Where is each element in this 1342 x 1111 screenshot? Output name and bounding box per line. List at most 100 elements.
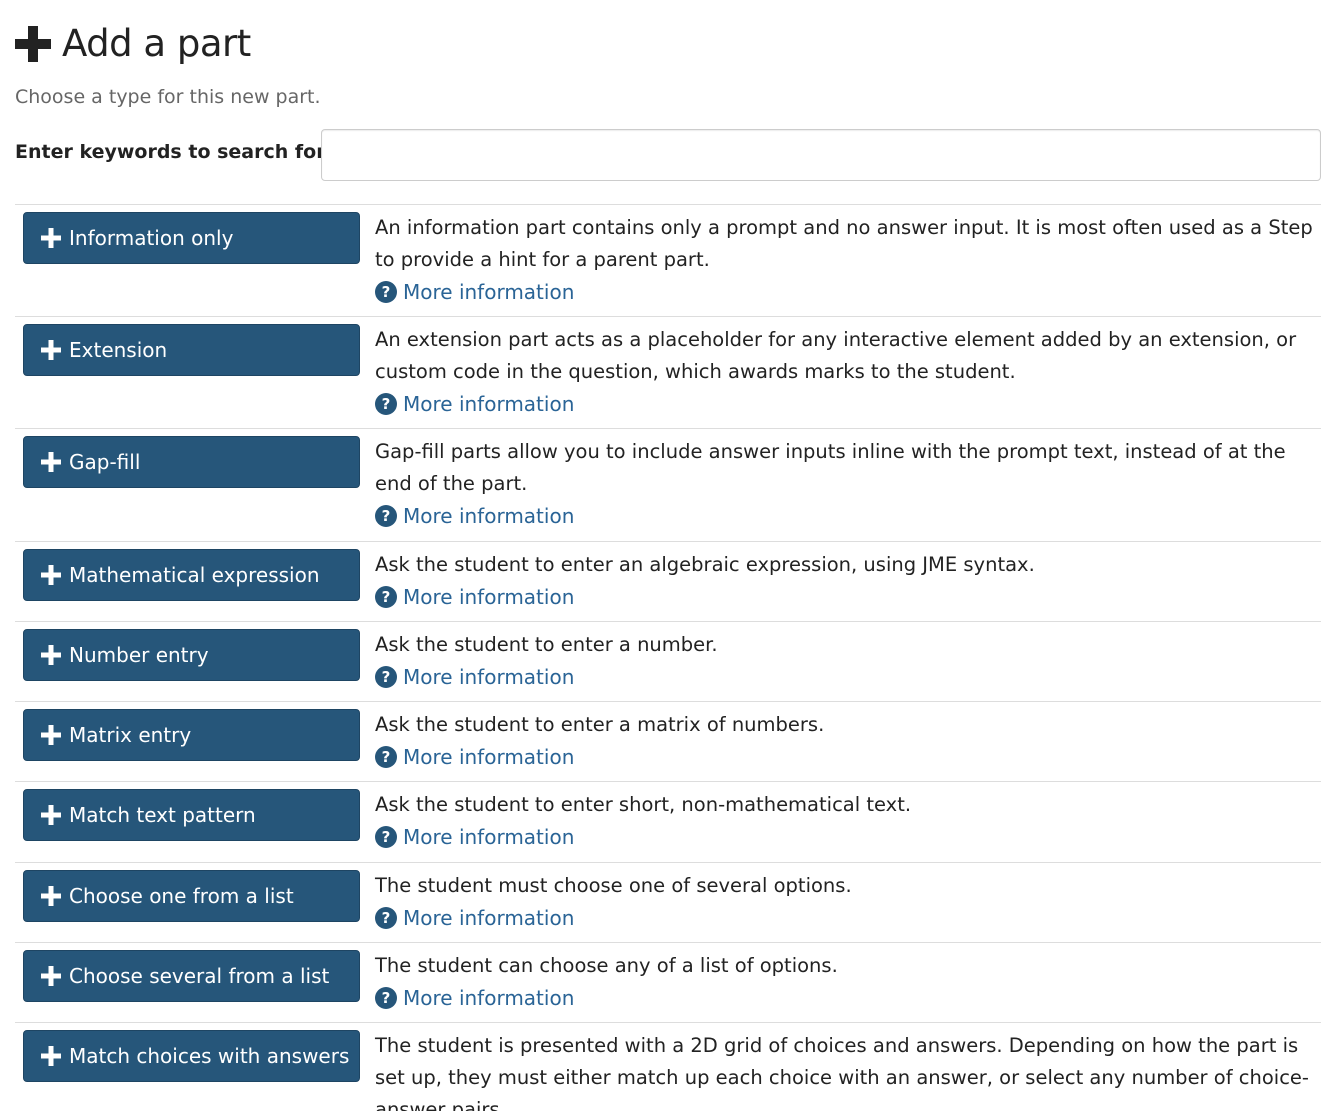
question-circle-icon: ? (375, 666, 397, 688)
more-information-label: More information (403, 392, 575, 416)
part-type-row: Matrix entry Ask the student to enter a m… (15, 701, 1321, 781)
more-information-label: More information (403, 906, 575, 930)
part-description-text: Ask the student to enter an algebraic ex… (375, 553, 1035, 576)
part-type-row: Number entry Ask the student to enter a n… (15, 621, 1321, 701)
svg-text:?: ? (382, 588, 391, 606)
search-label: Enter keywords to search for (15, 141, 326, 163)
add-part-button-label: Choose several from a list (69, 964, 330, 988)
add-part-button[interactable]: Choose several from a list (23, 950, 360, 1002)
add-part-button[interactable]: Matrix entry (23, 709, 360, 761)
plus-icon (41, 886, 61, 906)
plus-icon (41, 565, 61, 585)
plus-icon (41, 340, 61, 360)
add-part-button[interactable]: Match choices with answers (23, 1030, 360, 1082)
part-description-text: The student must choose one of several o… (375, 874, 852, 897)
more-information-label: More information (403, 745, 575, 769)
part-description: An extension part acts as a placeholder … (375, 324, 1315, 420)
question-circle-icon: ? (375, 281, 397, 303)
more-information-label: More information (403, 665, 575, 689)
part-description: The student is presented with a 2D grid … (375, 1030, 1315, 1111)
page-header: Add a part (15, 20, 251, 68)
part-type-row: Choose several from a list The student ca… (15, 942, 1321, 1022)
part-description: Ask the student to enter short, non-math… (375, 789, 1315, 853)
add-part-button-label: Information only (69, 226, 234, 250)
part-description-text: Ask the student to enter a number. (375, 633, 718, 656)
svg-text:?: ? (382, 989, 391, 1007)
question-circle-icon: ? (375, 586, 397, 608)
part-type-list: Information only An information part cont… (15, 204, 1321, 1111)
more-information-link[interactable]: ? More information (375, 902, 1315, 934)
part-description-text: The student can choose any of a list of … (375, 954, 838, 977)
plus-icon (41, 452, 61, 472)
question-circle-icon: ? (375, 393, 397, 415)
add-part-button-label: Mathematical expression (69, 563, 320, 587)
plus-icon (41, 966, 61, 986)
svg-text:?: ? (382, 395, 391, 413)
more-information-label: More information (403, 986, 575, 1010)
add-part-page: Add a part Choose a type for this new pa… (0, 0, 1342, 1111)
part-type-row: Information only An information part cont… (15, 204, 1321, 316)
plus-icon (41, 805, 61, 825)
part-type-row: Match choices with answers The student is… (15, 1022, 1321, 1111)
part-description: Ask the student to enter a matrix of num… (375, 709, 1315, 773)
question-circle-icon: ? (375, 987, 397, 1009)
part-type-row: Gap-fill Gap-fill parts allow you to incl… (15, 428, 1321, 541)
plus-icon (41, 1046, 61, 1066)
add-part-button-label: Number entry (69, 643, 209, 667)
add-part-button[interactable]: Mathematical expression (23, 549, 360, 601)
add-part-button[interactable]: Gap-fill (23, 436, 360, 488)
part-description-text: Ask the student to enter short, non-math… (375, 793, 912, 816)
add-part-button-label: Match text pattern (69, 803, 256, 827)
more-information-label: More information (403, 504, 575, 528)
part-type-row: Match text pattern Ask the student to ent… (15, 781, 1321, 862)
part-description-text: An extension part acts as a placeholder … (375, 328, 1297, 383)
add-part-button-label: Gap-fill (69, 450, 141, 474)
more-information-link[interactable]: ? More information (375, 581, 1315, 613)
part-description-text: Gap-fill parts allow you to include answ… (375, 440, 1286, 495)
more-information-link[interactable]: ? More information (375, 500, 1315, 532)
add-part-button-label: Extension (69, 338, 168, 362)
part-type-row: Extension An extension part acts as a pla… (15, 316, 1321, 428)
more-information-link[interactable]: ? More information (375, 741, 1315, 773)
question-circle-icon: ? (375, 505, 397, 527)
question-circle-icon: ? (375, 746, 397, 768)
part-description: The student must choose one of several o… (375, 870, 1315, 934)
plus-icon (41, 228, 61, 248)
page-subtitle: Choose a type for this new part. (15, 86, 321, 108)
svg-text:?: ? (382, 909, 391, 927)
search-input[interactable] (321, 129, 1321, 181)
svg-text:?: ? (382, 507, 391, 525)
svg-text:?: ? (382, 283, 391, 301)
part-description: An information part contains only a prom… (375, 212, 1315, 308)
page-title: Add a part (62, 22, 251, 65)
add-part-button-label: Matrix entry (69, 723, 192, 747)
svg-text:?: ? (382, 828, 391, 846)
plus-icon (41, 725, 61, 745)
add-part-button[interactable]: Number entry (23, 629, 360, 681)
more-information-link[interactable]: ? More information (375, 388, 1315, 420)
svg-text:?: ? (382, 748, 391, 766)
part-description: The student can choose any of a list of … (375, 950, 1315, 1014)
part-description: Ask the student to enter an algebraic ex… (375, 549, 1315, 613)
add-part-button[interactable]: Information only (23, 212, 360, 264)
part-description: Gap-fill parts allow you to include answ… (375, 436, 1315, 532)
more-information-link[interactable]: ? More information (375, 661, 1315, 693)
add-part-button[interactable]: Extension (23, 324, 360, 376)
add-part-button-label: Match choices with answers (69, 1044, 350, 1068)
more-information-label: More information (403, 585, 575, 609)
add-part-button[interactable]: Match text pattern (23, 789, 360, 841)
more-information-link[interactable]: ? More information (375, 821, 1315, 853)
more-information-label: More information (403, 825, 575, 849)
part-description-text: Ask the student to enter a matrix of num… (375, 713, 825, 736)
plus-icon (15, 26, 51, 62)
part-type-row: Choose one from a list The student must c… (15, 862, 1321, 942)
plus-icon (41, 645, 61, 665)
part-description: Ask the student to enter a number.? More … (375, 629, 1315, 693)
svg-text:?: ? (382, 668, 391, 686)
add-part-button[interactable]: Choose one from a list (23, 870, 360, 922)
question-circle-icon: ? (375, 826, 397, 848)
more-information-link[interactable]: ? More information (375, 982, 1315, 1014)
part-description-text: An information part contains only a prom… (375, 216, 1313, 271)
part-type-row: Mathematical expression Ask the student t… (15, 541, 1321, 621)
more-information-link[interactable]: ? More information (375, 276, 1315, 308)
